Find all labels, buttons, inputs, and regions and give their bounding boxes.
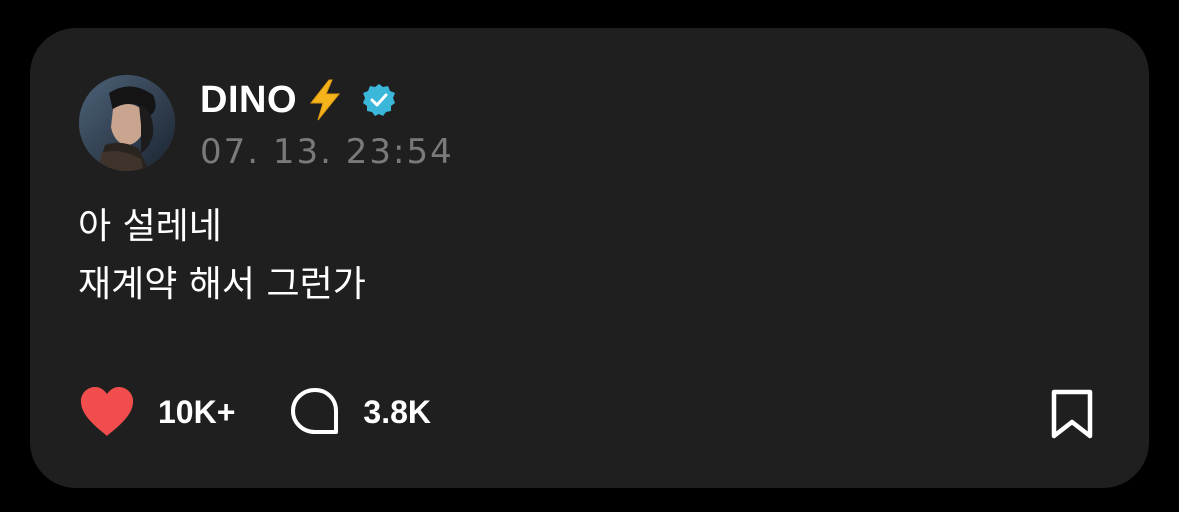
avatar[interactable]	[79, 75, 175, 171]
post-body: 아 설레네 재계약 해서 그런가	[78, 198, 366, 314]
lightning-bolt-icon	[309, 79, 341, 121]
author-row: DINO	[200, 76, 397, 124]
post-timestamp: 07. 13. 23:54	[200, 132, 454, 172]
post-body-line: 아 설레네	[78, 206, 222, 247]
post-body-line: 재계약 해서 그런가	[78, 264, 366, 305]
like-count[interactable]: 10K+	[158, 394, 235, 431]
heart-icon[interactable]	[78, 386, 136, 438]
post-card[interactable]: DINO 07. 13. 23:54 아 설레네 재계약 해서 그런가 10K+…	[30, 28, 1149, 488]
post-actions: 10K+ 3.8K	[78, 384, 431, 440]
author-name[interactable]: DINO	[200, 79, 297, 122]
comment-bubble-icon[interactable]	[289, 386, 341, 438]
comment-count[interactable]: 3.8K	[363, 394, 431, 431]
bookmark-icon[interactable]	[1048, 388, 1096, 440]
verified-badge-icon	[363, 84, 395, 116]
